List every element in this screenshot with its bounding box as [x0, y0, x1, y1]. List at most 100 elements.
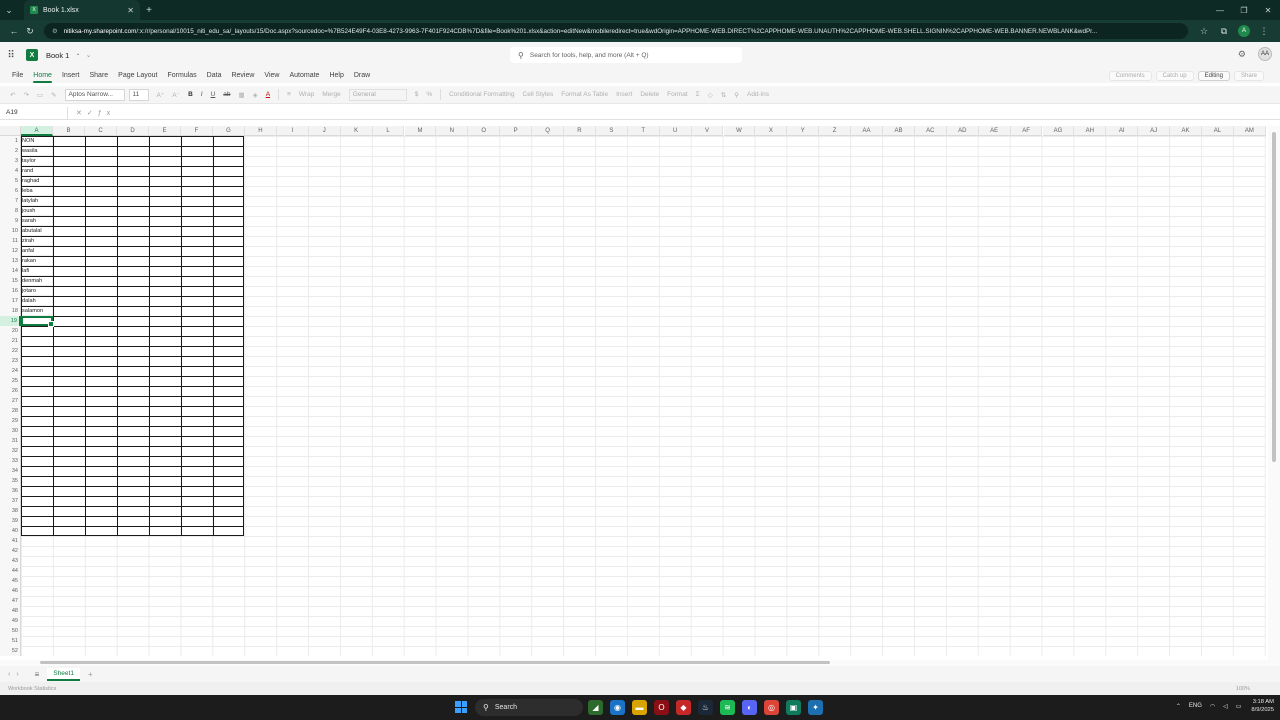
row-header[interactable]: 38	[0, 506, 21, 516]
tab-draw[interactable]: Draw	[349, 68, 375, 83]
format-cells-button[interactable]: Format	[667, 91, 688, 98]
comments-button[interactable]: Comments	[1108, 70, 1152, 81]
row-header[interactable]: 39	[0, 516, 21, 526]
bookmark-star-icon[interactable]: ☆	[1194, 26, 1214, 37]
column-header[interactable]: AE	[978, 126, 1011, 136]
row-header[interactable]: 32	[0, 446, 21, 456]
sheet-nav-arrows[interactable]: ‹›	[8, 671, 25, 678]
column-header[interactable]: J	[308, 126, 341, 136]
format-as-table-button[interactable]: Format As Table	[561, 91, 608, 98]
row-header[interactable]: 6	[0, 186, 21, 196]
column-header[interactable]: W	[723, 126, 756, 136]
column-header[interactable]: AF	[1010, 126, 1043, 136]
column-header[interactable]: Q	[532, 126, 564, 136]
clear-icon[interactable]: ◇	[708, 91, 713, 99]
row-header[interactable]: 36	[0, 486, 21, 496]
align-icon[interactable]: ≡	[287, 91, 291, 98]
chrome-icon[interactable]: ◎	[764, 700, 779, 715]
sheet-tab-sheet1[interactable]: Sheet1	[47, 667, 80, 681]
tab-data[interactable]: Data	[202, 68, 227, 83]
row-header[interactable]: 31	[0, 436, 21, 446]
language-indicator[interactable]: ENG	[1189, 703, 1202, 709]
column-header[interactable]: AK	[1170, 126, 1202, 136]
red-app-icon[interactable]: ◆	[676, 700, 691, 715]
row-header[interactable]: 29	[0, 416, 21, 426]
column-header[interactable]: L	[372, 126, 405, 136]
column-header[interactable]: AB	[883, 126, 915, 136]
maximize-icon[interactable]: ❐	[1232, 6, 1256, 15]
catch-up-button[interactable]: Catch up	[1155, 70, 1194, 81]
row-header[interactable]: 35	[0, 476, 21, 486]
column-header[interactable]: M	[404, 126, 437, 136]
column-header[interactable]: X	[755, 126, 788, 136]
share-button[interactable]: Share	[1233, 70, 1264, 81]
close-tab-icon[interactable]: ✕	[127, 6, 134, 15]
steam-icon[interactable]: ♨	[698, 700, 713, 715]
sort-filter-icon[interactable]: ⇅	[721, 91, 726, 99]
workbook-title[interactable]: Book 1	[46, 51, 69, 60]
editing-mode-button[interactable]: Editing	[1197, 70, 1230, 81]
row-header[interactable]: 46	[0, 586, 21, 596]
row-header[interactable]: 1	[0, 136, 21, 146]
close-window-icon[interactable]: ✕	[1256, 6, 1280, 15]
row-header[interactable]: 13	[0, 256, 21, 266]
wifi-icon[interactable]: ◠	[1210, 703, 1215, 710]
column-header[interactable]: AH	[1074, 126, 1107, 136]
minimize-icon[interactable]: —	[1208, 6, 1232, 15]
currency-icon[interactable]: $	[415, 91, 419, 98]
row-header[interactable]: 51	[0, 636, 21, 646]
column-header[interactable]: R	[564, 126, 596, 136]
row-header[interactable]: 50	[0, 626, 21, 636]
spreadsheet-grid[interactable]: A B C D E F G H I J K L M N O P Q R S T U V W X Y Z AA AB AC AD AE AF AG…	[0, 126, 1268, 660]
column-header[interactable]: B	[53, 126, 85, 136]
row-header[interactable]: 42	[0, 546, 21, 556]
clipboard-icon[interactable]: ▭	[37, 91, 43, 99]
row-header[interactable]: 19	[0, 316, 21, 326]
column-header[interactable]: AC	[914, 126, 947, 136]
windows-start-icon[interactable]	[455, 701, 467, 713]
column-header[interactable]: F	[181, 126, 213, 136]
row-header[interactable]: 43	[0, 556, 21, 566]
column-header[interactable]: U	[659, 126, 692, 136]
row-header[interactable]: 24	[0, 366, 21, 376]
row-header[interactable]: 49	[0, 616, 21, 626]
browser-tab[interactable]: X Book 1.xlsx ✕	[24, 0, 140, 20]
row-header[interactable]: 12	[0, 246, 21, 256]
battery-icon[interactable]: ▭	[1236, 703, 1242, 710]
tab-file[interactable]: File	[7, 68, 28, 83]
row-header[interactable]: 40	[0, 526, 21, 536]
increase-font-icon[interactable]: A⁺	[157, 91, 165, 99]
taskbar-clock[interactable]: 3:18 AM 8/9/2025	[1251, 698, 1274, 714]
italic-icon[interactable]: I	[201, 91, 203, 98]
active-cell-a19[interactable]	[21, 316, 54, 327]
column-header[interactable]: AM	[1233, 126, 1266, 136]
url-input[interactable]: ⚙ nitiksa-my.sharepoint.com/:x:/r/person…	[44, 23, 1188, 39]
row-header[interactable]: 16	[0, 286, 21, 296]
column-header[interactable]: H	[245, 126, 277, 136]
row-header[interactable]: 26	[0, 386, 21, 396]
row-header[interactable]: 37	[0, 496, 21, 506]
app-launcher-icon[interactable]: ⠿	[0, 50, 22, 61]
column-header[interactable]: Y	[787, 126, 820, 136]
borders-icon[interactable]: ▦	[239, 91, 245, 99]
column-header[interactable]: AL	[1202, 126, 1234, 136]
percent-icon[interactable]: %	[426, 91, 432, 98]
discord-icon[interactable]: ◐	[742, 700, 757, 715]
column-header[interactable]: AJ	[1138, 126, 1171, 136]
font-color-icon[interactable]: A	[266, 91, 270, 98]
zoom-level[interactable]: 100%	[1236, 686, 1250, 692]
horizontal-scroll-thumb[interactable]	[40, 661, 830, 664]
tab-view[interactable]: View	[259, 68, 284, 83]
number-format-select[interactable]: General	[348, 88, 407, 101]
add-sheet-icon[interactable]: +	[88, 670, 93, 679]
autosum-icon[interactable]: Σ	[696, 91, 700, 98]
workbook-statistics[interactable]: Workbook Statistics	[8, 686, 56, 692]
row-header[interactable]: 4	[0, 166, 21, 176]
column-header[interactable]: Z	[819, 126, 852, 136]
undo-icon[interactable]: ↶	[10, 91, 15, 99]
spotify-icon[interactable]: ≋	[720, 700, 735, 715]
nvidia-app-icon[interactable]: ◢	[588, 700, 603, 715]
back-arrow-icon[interactable]: ←	[6, 26, 22, 36]
new-tab-button[interactable]: +	[140, 5, 158, 16]
merge-button[interactable]: Merge	[322, 91, 340, 98]
